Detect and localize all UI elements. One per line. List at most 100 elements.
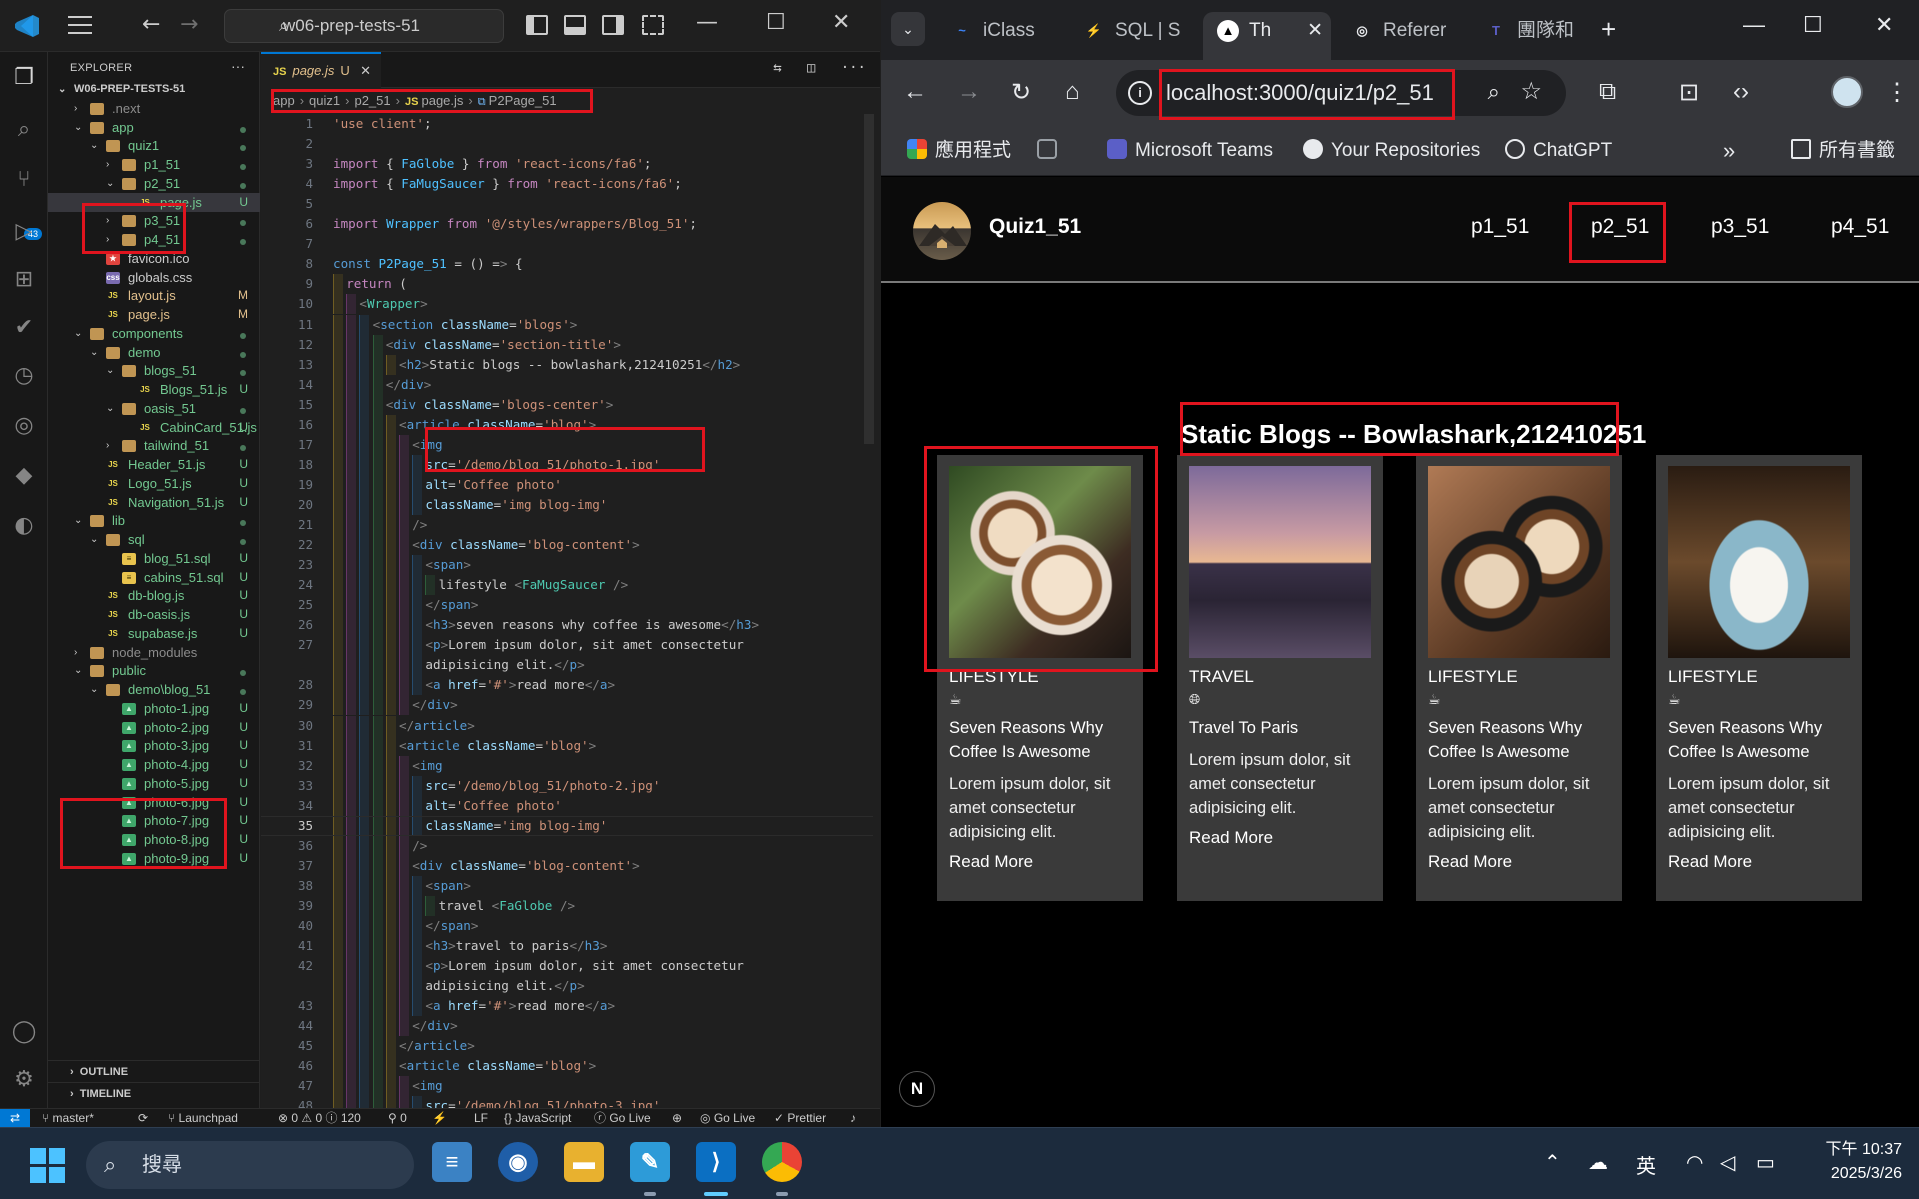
read-more-link[interactable]: Read More [1668,852,1752,872]
browser-tab[interactable]: ~ iClass [937,12,1063,52]
search-icon[interactable]: ⌕ [10,116,38,144]
tree-folder[interactable]: ⌄ lib [48,511,260,530]
read-more-link[interactable]: Read More [1189,828,1273,848]
customize-layout-icon[interactable] [642,15,664,35]
nav-link-p1[interactable]: p1_51 [1471,215,1529,239]
tree-folder[interactable]: ⌄ components [48,324,260,343]
bookmarks-more-chevron[interactable]: » [1723,138,1735,164]
back-arrow-icon[interactable]: ← [903,78,927,106]
browser-tab[interactable]: ⚡ SQL | S [1069,12,1195,52]
maximize-button[interactable]: ☐ [766,10,786,35]
menu-icon[interactable] [68,16,92,36]
more-actions-icon[interactable]: ··· [231,58,245,74]
screenshot-icon[interactable]: ⊡ [1679,78,1699,107]
prettier-status[interactable]: ✓ Prettier [774,1109,826,1128]
reload-icon[interactable]: ↻ [1011,78,1031,107]
close-button[interactable]: ✕ [832,10,850,35]
remote-explorer-icon[interactable]: ◎ [10,412,38,440]
tree-folder[interactable]: ⌄ p2_51 [48,174,260,193]
onedrive-cloud-icon[interactable]: ☁ [1588,1150,1608,1175]
more-actions-icon[interactable]: ··· [841,60,866,76]
scrollbar[interactable] [864,114,874,444]
taskbar-search[interactable]: ⌕ 搜尋 [86,1141,414,1189]
tab-search-chevron-icon[interactable]: ⌄ [891,12,925,46]
tree-folder[interactable]: ⌄ public [48,661,260,680]
language-status[interactable]: {} JavaScript [504,1109,571,1128]
tree-file[interactable]: ▲ photo-3.jpg U [48,736,260,755]
gitlens-icon[interactable]: ◐ [10,512,38,540]
tree-file[interactable]: JS Header_51.js U [48,455,260,474]
bookmark-apps[interactable]: 應用程式 [907,138,1011,164]
launchpad-status[interactable]: ⑂ Launchpad [168,1109,238,1128]
sync-icon[interactable]: ⟳ [138,1109,148,1128]
vscode-taskbar-icon[interactable]: ⟩ [696,1142,736,1182]
tree-file[interactable]: JS db-blog.js U [48,586,260,605]
tree-file[interactable]: ▲ photo-2.jpg U [48,718,260,737]
bookmark-chatgpt[interactable]: ChatGPT [1505,138,1612,164]
bookmark-github[interactable]: Your Repositories [1303,138,1480,164]
tree-folder[interactable]: ⌄ app [48,118,260,137]
tree-file[interactable]: JS Navigation_51.js U [48,493,260,512]
chrome-menu-icon[interactable]: ⋮ [1885,78,1909,107]
home-icon[interactable]: ⌂ [1065,78,1080,106]
tree-folder[interactable]: ⌄ sql [48,530,260,549]
tree-file[interactable]: JS Logo_51.js U [48,474,260,493]
lightning-icon[interactable]: ⚡ [432,1109,447,1128]
toggle-secondary-sidebar-icon[interactable] [602,15,624,35]
tree-file[interactable]: JS CabinCard_51.js U [48,418,260,437]
tree-file[interactable]: JS layout.js M [48,286,260,305]
maximize-button[interactable]: ☐ [1803,12,1823,38]
nav-link-p3[interactable]: p3_51 [1711,215,1769,239]
all-bookmarks[interactable]: 所有書籤 [1791,138,1895,164]
toggle-panel-icon[interactable] [564,15,586,35]
tree-file[interactable]: ≡ cabins_51.sql U [48,568,260,587]
golive-status-1[interactable]: ⓡ Go Live [594,1109,651,1128]
close-tab-icon[interactable]: ✕ [360,54,371,88]
bookmark-star-icon[interactable]: ☆ [1520,77,1542,106]
tree-file[interactable]: JS Blogs_51.js U [48,380,260,399]
tree-file[interactable]: JS page.js M [48,305,260,324]
bookmark-teams[interactable]: Microsoft Teams [1107,138,1273,164]
tree-file[interactable]: ≡ blog_51.sql U [48,549,260,568]
minimize-button[interactable]: — [1743,12,1765,38]
tree-folder[interactable]: › node_modules [48,643,260,662]
tab-page-js[interactable]: JS page.js U ✕ [261,52,381,88]
tree-folder[interactable]: › .next [48,99,260,118]
paint-icon[interactable]: ✎ [630,1142,670,1182]
wifi-icon[interactable]: ◠ [1686,1150,1703,1175]
notepad-icon[interactable]: ≡ [432,1142,472,1182]
timeline-icon[interactable]: ◷ [10,362,38,390]
tree-folder[interactable]: ⌄ demo\blog_51 [48,680,260,699]
command-center[interactable]: ⌕ w06-prep-tests-51 [224,9,504,43]
testing-icon[interactable]: ✔ [10,314,38,342]
site-logo[interactable] [913,202,971,260]
browser-tab[interactable]: T 團隊和 [1471,12,1587,52]
browser-tab[interactable]: ◎ Referer [1337,12,1463,52]
run-debug-icon[interactable]: ▷ [10,218,38,246]
minimize-button[interactable]: — [696,10,718,35]
back-arrow-icon[interactable]: ← [142,12,160,37]
branch-status[interactable]: ⑂ master* [42,1109,94,1128]
clock[interactable]: 下午 10:37 2025/3/26 [1806,1138,1903,1186]
file-explorer-icon[interactable]: ▬ [564,1142,604,1182]
golive-status-2[interactable]: ◎ Go Live [700,1109,755,1128]
problems-status[interactable]: ⊗ 0 ⚠ 0 ⓘ 120 [278,1109,361,1128]
account-icon[interactable]: ◯ [10,1018,38,1046]
forward-arrow-icon[interactable]: → [957,78,981,106]
tree-file[interactable]: css globals.css [48,268,260,287]
tree-file[interactable]: ▲ photo-5.jpg U [48,774,260,793]
ime-indicator[interactable]: 英 [1636,1150,1656,1179]
notifications-icon[interactable]: ♪ [850,1109,856,1128]
split-editor-icon[interactable]: ◫ [807,60,815,76]
source-control-icon[interactable]: ⑂ [10,166,38,194]
tree-folder[interactable]: ⌄ blogs_51 [48,361,260,380]
outline-section[interactable]: › OUTLINE [48,1060,260,1082]
eol-status[interactable]: LF [474,1109,488,1128]
browser-tab[interactable]: ▲ Th ✕ [1203,12,1331,60]
toggle-sidebar-icon[interactable] [526,15,548,35]
python-icon[interactable]: ◆ [10,462,38,490]
nav-link-p4[interactable]: p4_51 [1831,215,1889,239]
tray-chevron-icon[interactable]: ⌃ [1544,1150,1561,1175]
volume-icon[interactable]: ◁ [1720,1150,1735,1175]
app-circle-icon[interactable]: ◉ [498,1142,538,1182]
